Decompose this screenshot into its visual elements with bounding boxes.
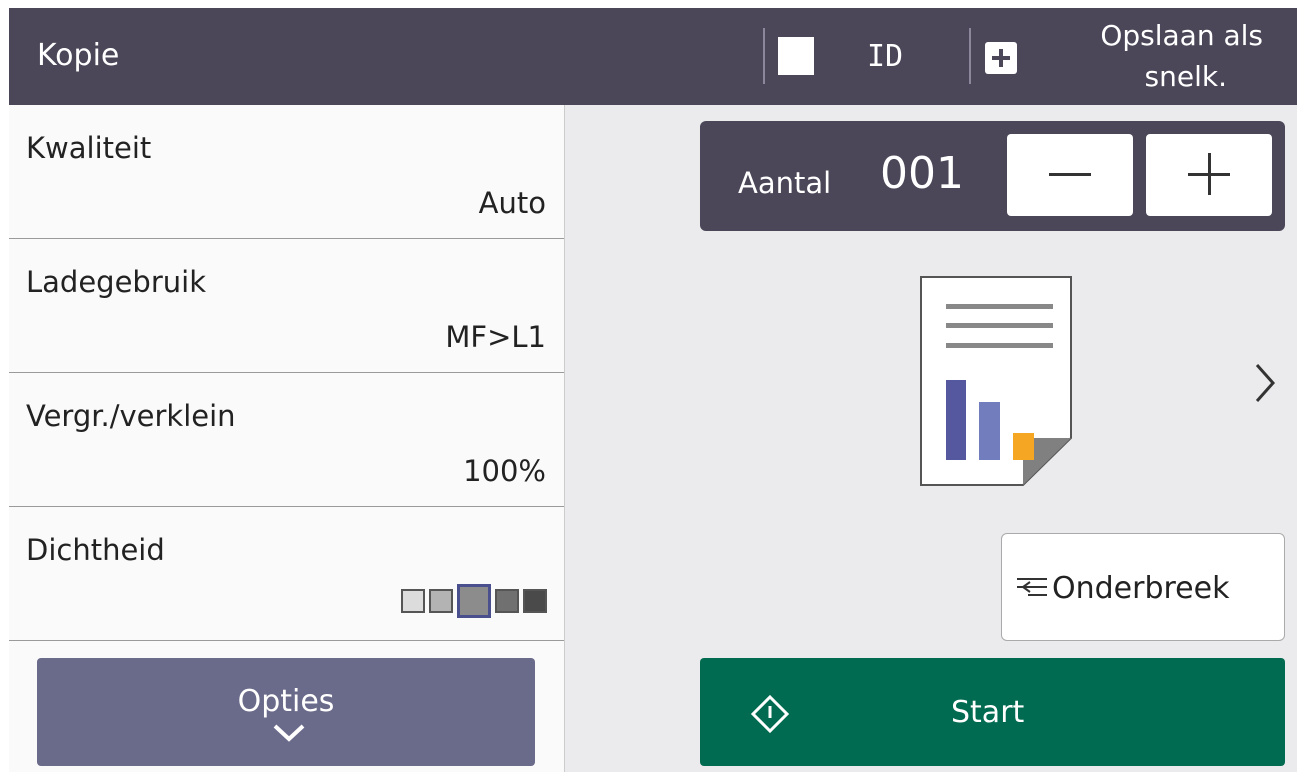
setting-value: MF>L1 — [445, 320, 546, 354]
setting-value: 100% — [463, 454, 546, 488]
setting-enlarge-reduce[interactable]: Vergr./verklein 100% — [9, 373, 564, 507]
copy-screen: Kopie ID Opslaan als snelk. Kwaliteit Au… — [9, 8, 1297, 772]
page-title: Kopie — [37, 38, 120, 73]
setting-label: Kwaliteit — [26, 131, 152, 165]
start-label: Start — [951, 695, 1025, 730]
plus-icon — [985, 42, 1017, 74]
options-button[interactable]: Opties — [37, 658, 535, 766]
settings-list: Kwaliteit Auto Ladegebruik MF>L1 Vergr./… — [9, 105, 565, 772]
checkbox-icon — [778, 37, 814, 75]
setting-tray-use[interactable]: Ladegebruik MF>L1 — [9, 239, 564, 373]
save-shortcut-button[interactable]: Opslaan als snelk. — [971, 8, 1297, 105]
density-level — [429, 589, 453, 613]
preview-panel: Aantal 001 Onderbreek Start — [565, 105, 1297, 772]
setting-label: Ladegebruik — [26, 265, 206, 299]
chevron-right-icon[interactable] — [1253, 361, 1277, 405]
interrupt-button[interactable]: Onderbreek — [1001, 533, 1285, 641]
save-shortcut-label-line1: Opslaan als — [1100, 19, 1263, 52]
increase-copies-button[interactable] — [1146, 134, 1272, 216]
chevron-down-icon — [273, 724, 305, 742]
density-indicator — [401, 584, 547, 618]
setting-label: Dichtheid — [26, 533, 165, 567]
decrease-copies-button[interactable] — [1007, 134, 1133, 216]
save-shortcut-label-line2: snelk. — [1144, 60, 1227, 93]
density-level — [401, 589, 425, 613]
id-label: ID — [867, 39, 904, 74]
document-preview-icon — [920, 276, 1072, 486]
density-level — [523, 589, 547, 613]
id-copy-toggle[interactable]: ID — [763, 8, 968, 105]
density-level — [495, 589, 519, 613]
density-level — [457, 584, 491, 618]
setting-label: Vergr./verklein — [26, 399, 236, 433]
setting-density[interactable]: Dichtheid — [9, 507, 564, 641]
copies-control: Aantal 001 — [700, 121, 1285, 231]
setting-value: Auto — [478, 186, 546, 220]
copies-label: Aantal — [738, 166, 832, 200]
start-button[interactable]: Start — [700, 658, 1285, 766]
copies-value[interactable]: 001 — [880, 148, 964, 199]
setting-quality[interactable]: Kwaliteit Auto — [9, 105, 564, 239]
interrupt-label: Onderbreek — [1052, 571, 1230, 606]
interrupt-icon — [1017, 578, 1047, 596]
options-label: Opties — [237, 684, 335, 719]
start-icon — [750, 694, 790, 734]
header-bar: Kopie ID Opslaan als snelk. — [9, 8, 1297, 105]
